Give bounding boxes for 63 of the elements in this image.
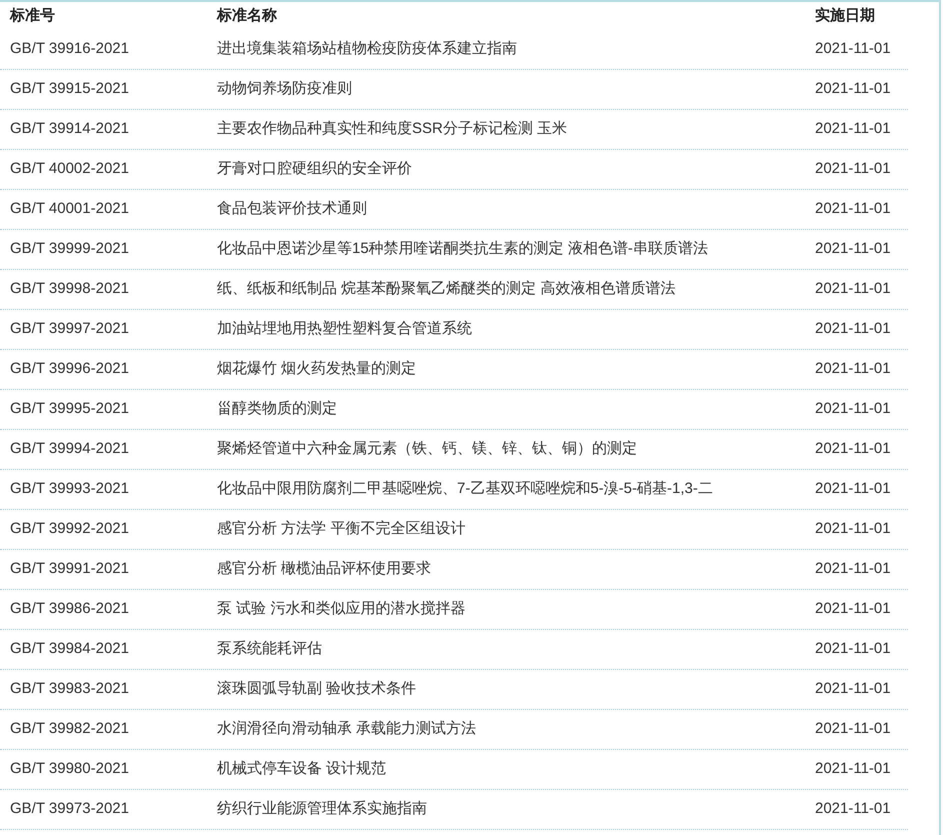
- table-cell-text: 泵 试验 污水和类似应用的潜水搅拌器: [216, 599, 466, 620]
- table-cell-text: 2021-11-01: [814, 279, 892, 300]
- table-cell-text: GB/T 39997-2021: [9, 319, 130, 340]
- table-cell-text: GB/T 39986-2021: [9, 599, 130, 620]
- table-cell-text: GB/T 39973-2021: [9, 799, 130, 820]
- table-cell-text: 动物饲养场防疫准则: [216, 79, 353, 100]
- table-cell-text: 牙膏对口腔硬组织的安全评价: [216, 159, 413, 180]
- table-cell-text: 2021-11-01: [814, 759, 892, 780]
- table-cell-text: GB/T 39984-2021: [9, 639, 130, 660]
- table-cell-text: 2021-11-01: [814, 719, 892, 740]
- table-cell-text: GB/T 39994-2021: [9, 439, 130, 460]
- table-cell-text: 2021-11-01: [814, 239, 892, 260]
- table-cell-text: 滚珠圆弧导轨副 验收技术条件: [216, 679, 418, 700]
- table-cell-text: 2021-11-01: [814, 319, 892, 340]
- table-cell-text: 2021-11-01: [814, 159, 892, 180]
- table-cell-text: GB/T 40002-2021: [9, 159, 130, 180]
- table-cell-text: 2021-11-01: [814, 439, 892, 460]
- table-cell-text: GB/T 39983-2021: [9, 679, 130, 700]
- table-cell-text: GB/T 39914-2021: [9, 119, 130, 140]
- table-cell-text: 2021-11-01: [814, 799, 892, 820]
- table-cell-text: 感官分析 橄榄油品评杯使用要求: [216, 559, 432, 580]
- table-cell-text: GB/T 39999-2021: [9, 239, 130, 260]
- table-cell-text: 感官分析 方法学 平衡不完全区组设计: [216, 519, 466, 540]
- table-cell-text: 2021-11-01: [814, 679, 892, 700]
- table-cell-text: GB/T 39915-2021: [9, 79, 130, 100]
- table-cell-text: 2021-11-01: [814, 119, 892, 140]
- table-cell-text: GB/T 39980-2021: [9, 759, 130, 780]
- table-cell-text: 2021-11-01: [814, 599, 892, 620]
- table-cell-text: 2021-11-01: [814, 79, 892, 100]
- table-cell-text: GB/T 39982-2021: [9, 719, 130, 740]
- table-cell-text: 加油站埋地用热塑性塑料复合管道系统: [216, 319, 473, 340]
- table-cell-text: 食品包装评价技术通则: [216, 199, 368, 220]
- table-cell-text: 水润滑径向滑动轴承 承载能力测试方法: [216, 719, 478, 740]
- table-cell-text: 主要农作物品种真实性和纯度SSR分子标记检测 玉米: [216, 119, 568, 140]
- table-cell-text: 机械式停车设备 设计规范: [216, 759, 388, 780]
- table-cell-text: GB/T 39916-2021: [9, 39, 130, 60]
- table-cell-text: GB/T 39998-2021: [9, 279, 130, 300]
- table-cell-text: 2021-11-01: [814, 639, 892, 660]
- table-cell-text: 2021-11-01: [814, 559, 892, 580]
- table-cell-text: GB/T 39992-2021: [9, 519, 130, 540]
- table-cell-text: GB/T 40001-2021: [9, 199, 130, 220]
- table-cell-text: GB/T 39993-2021: [9, 479, 130, 500]
- column-header: 标准名称: [216, 6, 278, 26]
- table-cell-text: 化妆品中恩诺沙星等15种禁用喹诺酮类抗生素的测定 液相色谱-串联质谱法: [216, 239, 709, 260]
- table-cell-text: GB/T 39996-2021: [9, 359, 130, 380]
- table-cell-text: 纺织行业能源管理体系实施指南: [216, 799, 428, 820]
- table-cell-text: 化妆品中限用防腐剂二甲基噁唑烷、7-乙基双环噁唑烷和5-溴-5-硝基-1,3-二: [216, 479, 714, 500]
- table-cell-text: 2021-11-01: [814, 199, 892, 220]
- table-cell-text: 纸、纸板和纸制品 烷基苯酚聚氧乙烯醚类的测定 高效液相色谱质谱法: [216, 279, 676, 300]
- table-cell-text: 2021-11-01: [814, 359, 892, 380]
- table-cell-text: 聚烯烃管道中六种金属元素（铁、钙、镁、锌、钛、铜）的测定: [216, 439, 638, 460]
- column-header: 标准号: [8, 6, 56, 26]
- table-cell-text: 烟花爆竹 烟火药发热量的测定: [216, 359, 418, 380]
- table-cell-text: 进出境集装箱场站植物检疫防疫体系建立指南: [216, 39, 518, 60]
- column-header: 实施日期: [814, 6, 876, 26]
- table-cell-text: GB/T 39995-2021: [9, 399, 130, 420]
- table-cell-text: 甾醇类物质的测定: [216, 399, 338, 420]
- table-cell-text: 泵系统能耗评估: [216, 639, 323, 660]
- table-cell-text: 2021-11-01: [814, 39, 892, 60]
- table-cell-text: GB/T 39991-2021: [9, 559, 130, 580]
- table-cell-text: 2021-11-01: [814, 479, 892, 500]
- table-cell-text: 2021-11-01: [814, 399, 892, 420]
- table-cell-text: 2021-11-01: [814, 519, 892, 540]
